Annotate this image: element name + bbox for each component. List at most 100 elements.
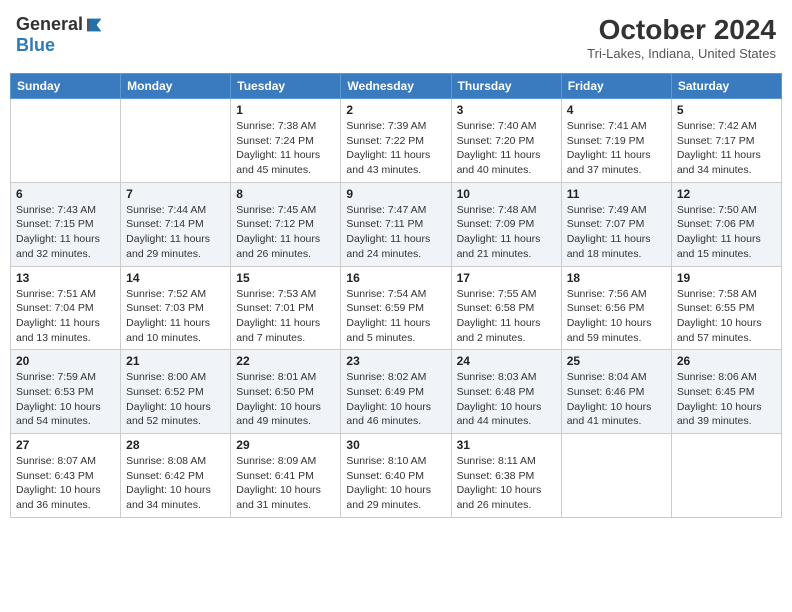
day-number: 30 (346, 438, 445, 452)
day-info: Sunrise: 7:41 AMSunset: 7:19 PMDaylight:… (567, 119, 666, 178)
day-cell: 29 Sunrise: 8:09 AMSunset: 6:41 PMDayligh… (231, 434, 341, 518)
weekday-header-tuesday: Tuesday (231, 74, 341, 99)
day-cell: 30 Sunrise: 8:10 AMSunset: 6:40 PMDayligh… (341, 434, 451, 518)
day-number: 17 (457, 271, 556, 285)
day-number: 28 (126, 438, 225, 452)
day-cell: 3Sunrise: 7:40 AMSunset: 7:20 PMDaylight… (451, 99, 561, 183)
day-cell: 23 Sunrise: 8:02 AMSunset: 6:49 PMDayligh… (341, 350, 451, 434)
day-info: Sunrise: 7:55 AMSunset: 6:58 PMDaylight:… (457, 287, 556, 346)
day-info: Sunrise: 8:09 AMSunset: 6:41 PMDaylight:… (236, 454, 335, 513)
location-text: Tri-Lakes, Indiana, United States (587, 46, 776, 61)
day-cell: 12 Sunrise: 7:50 AMSunset: 7:06 PMDayligh… (671, 182, 781, 266)
day-cell: 18 Sunrise: 7:56 AMSunset: 6:56 PMDayligh… (561, 266, 671, 350)
day-number: 23 (346, 354, 445, 368)
weekday-header-saturday: Saturday (671, 74, 781, 99)
day-cell: 31 Sunrise: 8:11 AMSunset: 6:38 PMDayligh… (451, 434, 561, 518)
day-number: 8 (236, 187, 335, 201)
day-number: 31 (457, 438, 556, 452)
day-number: 13 (16, 271, 115, 285)
day-cell: 20 Sunrise: 7:59 AMSunset: 6:53 PMDayligh… (11, 350, 121, 434)
day-number: 24 (457, 354, 556, 368)
week-row-1: 1 Sunrise: 7:38 AMSunset: 7:24 PMDaylight… (11, 99, 782, 183)
day-cell: 28 Sunrise: 8:08 AMSunset: 6:42 PMDayligh… (121, 434, 231, 518)
day-cell: 21Sunrise: 8:00 AMSunset: 6:52 PMDayligh… (121, 350, 231, 434)
day-info: Sunrise: 7:50 AMSunset: 7:06 PMDaylight:… (677, 203, 776, 262)
day-cell: 26 Sunrise: 8:06 AMSunset: 6:45 PMDayligh… (671, 350, 781, 434)
weekday-header-monday: Monday (121, 74, 231, 99)
day-cell: 22Sunrise: 8:01 AMSunset: 6:50 PMDayligh… (231, 350, 341, 434)
day-info: Sunrise: 7:45 AMSunset: 7:12 PMDaylight:… (236, 203, 335, 262)
day-number: 10 (457, 187, 556, 201)
week-row-3: 13Sunrise: 7:51 AMSunset: 7:04 PMDayligh… (11, 266, 782, 350)
day-cell: 1 Sunrise: 7:38 AMSunset: 7:24 PMDaylight… (231, 99, 341, 183)
day-number: 9 (346, 187, 445, 201)
week-row-5: 27 Sunrise: 8:07 AMSunset: 6:43 PMDayligh… (11, 434, 782, 518)
day-info: Sunrise: 7:58 AMSunset: 6:55 PMDaylight:… (677, 287, 776, 346)
day-cell (121, 99, 231, 183)
weekday-header-sunday: Sunday (11, 74, 121, 99)
day-number: 5 (677, 103, 776, 117)
day-number: 18 (567, 271, 666, 285)
day-number: 11 (567, 187, 666, 201)
day-number: 19 (677, 271, 776, 285)
day-info: Sunrise: 7:48 AMSunset: 7:09 PMDaylight:… (457, 203, 556, 262)
month-title: October 2024 (587, 14, 776, 46)
day-info: Sunrise: 7:44 AMSunset: 7:14 PMDaylight:… (126, 203, 225, 262)
day-cell: 15Sunrise: 7:53 AMSunset: 7:01 PMDayligh… (231, 266, 341, 350)
day-cell: 9 Sunrise: 7:47 AMSunset: 7:11 PMDaylight… (341, 182, 451, 266)
weekday-header-thursday: Thursday (451, 74, 561, 99)
day-cell: 2 Sunrise: 7:39 AMSunset: 7:22 PMDaylight… (341, 99, 451, 183)
day-info: Sunrise: 8:00 AMSunset: 6:52 PMDaylight:… (126, 370, 225, 429)
day-info: Sunrise: 8:08 AMSunset: 6:42 PMDaylight:… (126, 454, 225, 513)
day-info: Sunrise: 8:04 AMSunset: 6:46 PMDaylight:… (567, 370, 666, 429)
day-info: Sunrise: 7:42 AMSunset: 7:17 PMDaylight:… (677, 119, 776, 178)
day-cell: 24 Sunrise: 8:03 AMSunset: 6:48 PMDayligh… (451, 350, 561, 434)
day-number: 1 (236, 103, 335, 117)
day-cell: 17 Sunrise: 7:55 AMSunset: 6:58 PMDayligh… (451, 266, 561, 350)
day-info: Sunrise: 7:52 AMSunset: 7:03 PMDaylight:… (126, 287, 225, 346)
day-info: Sunrise: 8:07 AMSunset: 6:43 PMDaylight:… (16, 454, 115, 513)
day-info: Sunrise: 8:06 AMSunset: 6:45 PMDaylight:… (677, 370, 776, 429)
day-cell: 7 Sunrise: 7:44 AMSunset: 7:14 PMDaylight… (121, 182, 231, 266)
day-number: 16 (346, 271, 445, 285)
page-header: General Blue October 2024 Tri-Lakes, Ind… (10, 10, 782, 65)
day-number: 22 (236, 354, 335, 368)
day-cell: 10 Sunrise: 7:48 AMSunset: 7:09 PMDayligh… (451, 182, 561, 266)
day-info: Sunrise: 7:47 AMSunset: 7:11 PMDaylight:… (346, 203, 445, 262)
day-cell: 27 Sunrise: 8:07 AMSunset: 6:43 PMDayligh… (11, 434, 121, 518)
day-number: 26 (677, 354, 776, 368)
day-info: Sunrise: 8:03 AMSunset: 6:48 PMDaylight:… (457, 370, 556, 429)
day-number: 2 (346, 103, 445, 117)
day-info: Sunrise: 7:54 AMSunset: 6:59 PMDaylight:… (346, 287, 445, 346)
day-cell: 14 Sunrise: 7:52 AMSunset: 7:03 PMDayligh… (121, 266, 231, 350)
day-cell: 8 Sunrise: 7:45 AMSunset: 7:12 PMDaylight… (231, 182, 341, 266)
calendar-table: SundayMondayTuesdayWednesdayThursdayFrid… (10, 73, 782, 518)
day-number: 20 (16, 354, 115, 368)
day-info: Sunrise: 7:38 AMSunset: 7:24 PMDaylight:… (236, 119, 335, 178)
day-number: 7 (126, 187, 225, 201)
day-info: Sunrise: 7:39 AMSunset: 7:22 PMDaylight:… (346, 119, 445, 178)
day-number: 14 (126, 271, 225, 285)
day-cell (11, 99, 121, 183)
day-number: 15 (236, 271, 335, 285)
day-number: 29 (236, 438, 335, 452)
day-info: Sunrise: 7:56 AMSunset: 6:56 PMDaylight:… (567, 287, 666, 346)
day-info: Sunrise: 8:11 AMSunset: 6:38 PMDaylight:… (457, 454, 556, 513)
weekday-header-wednesday: Wednesday (341, 74, 451, 99)
week-row-4: 20 Sunrise: 7:59 AMSunset: 6:53 PMDayligh… (11, 350, 782, 434)
day-info: Sunrise: 8:10 AMSunset: 6:40 PMDaylight:… (346, 454, 445, 513)
day-info: Sunrise: 8:02 AMSunset: 6:49 PMDaylight:… (346, 370, 445, 429)
day-number: 27 (16, 438, 115, 452)
day-cell: 5 Sunrise: 7:42 AMSunset: 7:17 PMDaylight… (671, 99, 781, 183)
day-info: Sunrise: 7:40 AMSunset: 7:20 PMDaylight:… (457, 119, 556, 178)
day-info: Sunrise: 7:43 AMSunset: 7:15 PMDaylight:… (16, 203, 115, 262)
week-row-2: 6Sunrise: 7:43 AMSunset: 7:15 PMDaylight… (11, 182, 782, 266)
day-cell (561, 434, 671, 518)
day-cell: 19 Sunrise: 7:58 AMSunset: 6:55 PMDayligh… (671, 266, 781, 350)
logo-general-text: General (16, 14, 83, 35)
day-number: 12 (677, 187, 776, 201)
day-info: Sunrise: 7:59 AMSunset: 6:53 PMDaylight:… (16, 370, 115, 429)
day-cell: 11Sunrise: 7:49 AMSunset: 7:07 PMDayligh… (561, 182, 671, 266)
day-number: 4 (567, 103, 666, 117)
logo-blue-text: Blue (16, 35, 55, 56)
